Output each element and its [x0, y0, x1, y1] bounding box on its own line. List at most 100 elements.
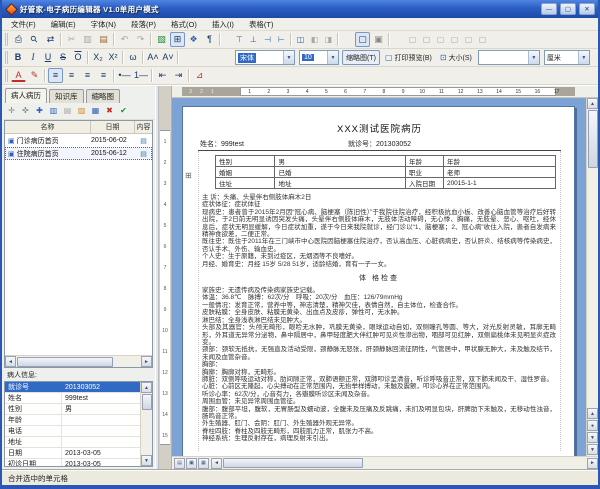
- placeholder-icon-3[interactable]: ▢: [434, 33, 447, 46]
- chevron-down-icon[interactable]: ▼: [528, 51, 539, 64]
- align-center-icon[interactable]: ≡: [64, 68, 79, 83]
- scrollbar-thumb[interactable]: [223, 458, 363, 468]
- scroll-up-icon[interactable]: ▲: [587, 98, 598, 109]
- highlight-pen-icon[interactable]: ✎: [27, 68, 42, 83]
- normal-view-icon[interactable]: ▤: [174, 458, 185, 469]
- superscript-icon[interactable]: X²: [106, 50, 120, 65]
- toolbar-grip[interactable]: [5, 33, 8, 46]
- subscript-icon[interactable]: X₂: [91, 50, 105, 65]
- split-cell-horizontal-icon[interactable]: ◧: [308, 33, 321, 46]
- numbered-list-icon[interactable]: 1—: [133, 68, 149, 83]
- find-icon[interactable]: ⚲: [24, 31, 45, 49]
- placeholder-icon-5[interactable]: ▢: [462, 33, 475, 46]
- document-content[interactable]: 性别 男 年龄 年龄 婚姻 已婚: [198, 151, 561, 451]
- patient-info-row[interactable]: 日期 2013-03-05: [5, 448, 140, 459]
- open-record-icon[interactable]: ▨: [75, 105, 88, 118]
- toolbar-grip[interactable]: [5, 69, 8, 82]
- scroll-left-icon[interactable]: ◄: [5, 356, 16, 367]
- sidebar-tab[interactable]: 病人病历: [5, 88, 47, 103]
- table-cell[interactable]: 性别: [216, 156, 275, 167]
- record-content-icon[interactable]: ▤: [140, 138, 147, 145]
- scroll-down-icon[interactable]: ▼: [141, 455, 152, 466]
- collapse-all-icon[interactable]: ✜: [19, 105, 32, 118]
- merge-cells-icon[interactable]: ◫: [294, 33, 307, 46]
- previous-page-icon[interactable]: ▲: [587, 408, 598, 419]
- maximize-button[interactable]: ▢: [560, 3, 576, 15]
- patient-info-row[interactable]: 姓名 999test: [5, 393, 140, 404]
- expand-all-icon[interactable]: ✛: [5, 105, 18, 118]
- chevron-down-icon[interactable]: ▼: [327, 51, 338, 64]
- symbol-icon[interactable]: ω: [126, 50, 140, 65]
- copy-icon[interactable]: ▥: [80, 32, 95, 47]
- scroll-right-icon[interactable]: ►: [587, 458, 598, 469]
- insert-col-left-icon[interactable]: ⊣: [261, 33, 274, 46]
- table-cell[interactable]: 年龄: [406, 156, 444, 167]
- table-row[interactable]: 住址 地址 入院日期 20015-1-1: [216, 178, 556, 189]
- scroll-down-icon[interactable]: ▼: [587, 444, 598, 455]
- column-header-date[interactable]: 日期: [91, 121, 135, 133]
- template-record-icon[interactable]: ▦: [89, 105, 102, 118]
- save-record-icon[interactable]: ▤: [61, 105, 74, 118]
- chevron-down-icon[interactable]: ▼: [283, 51, 294, 64]
- scroll-left-icon[interactable]: ◄: [211, 458, 222, 469]
- overline-icon[interactable]: O: [71, 50, 85, 65]
- patient-info-row[interactable]: 电话: [5, 426, 140, 437]
- placeholder-icon-4[interactable]: ▢: [448, 33, 461, 46]
- paste-icon[interactable]: ▤: [96, 32, 111, 47]
- insert-table-icon[interactable]: ⊞: [170, 32, 185, 47]
- table-cell[interactable]: 职业: [406, 167, 444, 178]
- font-color-icon[interactable]: A: [11, 69, 26, 82]
- minimize-button[interactable]: —: [541, 3, 557, 15]
- page-layout-view-icon[interactable]: ▣: [186, 458, 197, 469]
- italic-icon[interactable]: I: [26, 50, 40, 65]
- menu-item[interactable]: 字体(N): [84, 18, 123, 31]
- thumbnail-toggle-button[interactable]: 缩略图(T): [342, 50, 380, 65]
- bullet-list-icon[interactable]: •—: [117, 68, 132, 83]
- column-header-name[interactable]: 名称: [5, 121, 91, 133]
- table-cell[interactable]: 地址: [275, 178, 406, 189]
- record-row[interactable]: ▣ 门诊病历首页 2015-06-02 ▤: [5, 134, 152, 147]
- page-size-button[interactable]: ⊡ 大小(S): [437, 50, 475, 65]
- table-cell[interactable]: 婚姻: [216, 167, 275, 178]
- tree-empty-area[interactable]: [5, 160, 152, 355]
- font-name-combo[interactable]: 宋体 ▼: [235, 50, 295, 65]
- scroll-up-icon[interactable]: ▲: [141, 382, 152, 393]
- menu-item[interactable]: 格式(O): [164, 18, 204, 31]
- delete-record-icon[interactable]: ✖: [103, 105, 116, 118]
- table-cell[interactable]: 20015-1-1: [443, 178, 555, 189]
- table-anchor-icon[interactable]: ⊞: [185, 171, 192, 180]
- add-page-icon[interactable]: ▣: [371, 32, 386, 47]
- chevron-down-icon[interactable]: ▼: [578, 51, 589, 64]
- sidebar-tab[interactable]: 知识库: [49, 89, 84, 103]
- scrollbar-thumb[interactable]: [142, 394, 152, 410]
- menu-item[interactable]: 段落(P): [124, 18, 163, 31]
- find-replace-icon[interactable]: ⇄: [43, 32, 58, 47]
- split-cell-vertical-icon[interactable]: ◨: [322, 33, 335, 46]
- align-right-icon[interactable]: ≡: [80, 68, 95, 83]
- record-row[interactable]: ▣ 住院病历首页 2015-06-12 ▤: [5, 147, 152, 160]
- print-preview-button[interactable]: ▢ 打印预览(B): [382, 50, 435, 65]
- insert-col-right-icon[interactable]: ⊢: [275, 33, 288, 46]
- table-cell[interactable]: 已婚: [275, 167, 406, 178]
- table-row[interactable]: 婚姻 已婚 职业 老师: [216, 167, 556, 178]
- undo-icon[interactable]: ↶: [117, 32, 132, 47]
- cut-icon[interactable]: ✂: [64, 32, 79, 47]
- menu-item[interactable]: 插入(I): [205, 18, 241, 31]
- patient-info-row[interactable]: 初诊日期 2013-03-05: [5, 459, 140, 466]
- placeholder-icon-6[interactable]: ▢: [476, 33, 489, 46]
- placeholder-icon-1[interactable]: ▢: [406, 33, 419, 46]
- web-view-icon[interactable]: ▦: [198, 458, 209, 469]
- formatting-marks-icon[interactable]: ¶: [202, 32, 217, 47]
- table-row[interactable]: 性别 男 年龄 年龄: [216, 156, 556, 167]
- size-value-combo[interactable]: ▼: [478, 50, 540, 65]
- font-size-combo[interactable]: 10 ▼: [299, 50, 339, 65]
- add-record-icon[interactable]: ✚: [33, 105, 46, 118]
- confirm-record-icon[interactable]: ✔: [117, 105, 130, 118]
- scrollbar-thumb[interactable]: [17, 357, 113, 367]
- table-cell[interactable]: 男: [275, 156, 406, 167]
- next-page-icon[interactable]: ▼: [587, 432, 598, 443]
- sidebar-tab[interactable]: 缩略图: [86, 89, 121, 103]
- table-cell[interactable]: 年龄: [443, 156, 555, 167]
- placeholder-icon-2[interactable]: ▢: [420, 33, 433, 46]
- bold-icon[interactable]: B: [11, 50, 25, 65]
